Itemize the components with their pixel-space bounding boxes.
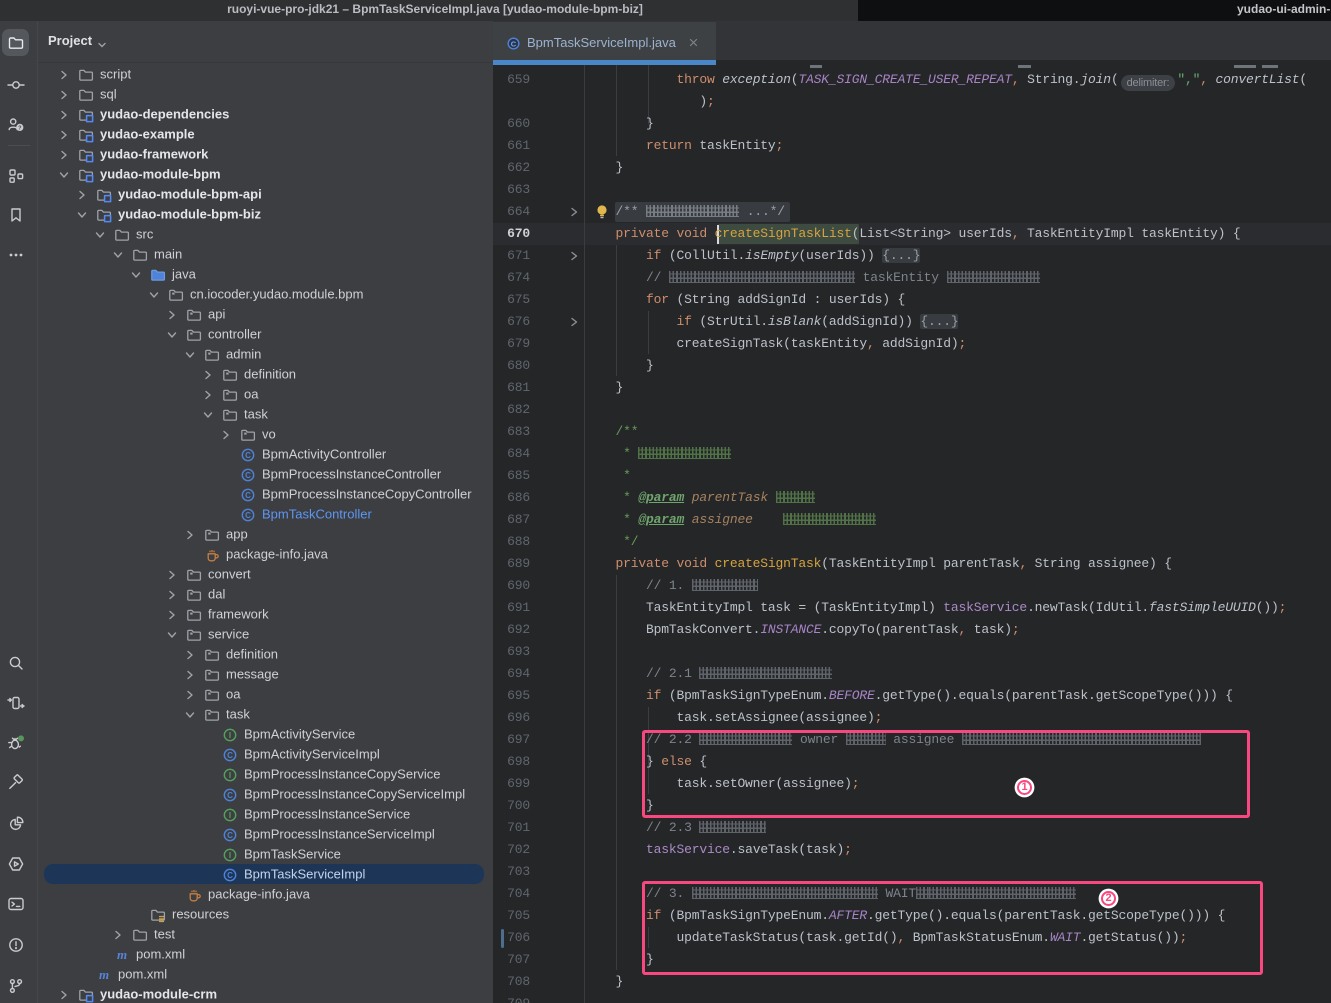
svg-text:C: C [511, 39, 517, 48]
svg-text:C: C [245, 451, 251, 460]
svg-text:I: I [229, 771, 231, 780]
svg-text:C: C [245, 511, 251, 520]
svg-text:I: I [229, 731, 231, 740]
svg-text:C: C [227, 831, 233, 840]
svg-text:I: I [229, 811, 231, 820]
svg-text:C: C [227, 751, 233, 760]
svg-text:I: I [229, 851, 231, 860]
svg-text:C: C [227, 791, 233, 800]
svg-text:C: C [245, 471, 251, 480]
svg-text:C: C [227, 871, 233, 880]
svg-text:C: C [245, 491, 251, 500]
